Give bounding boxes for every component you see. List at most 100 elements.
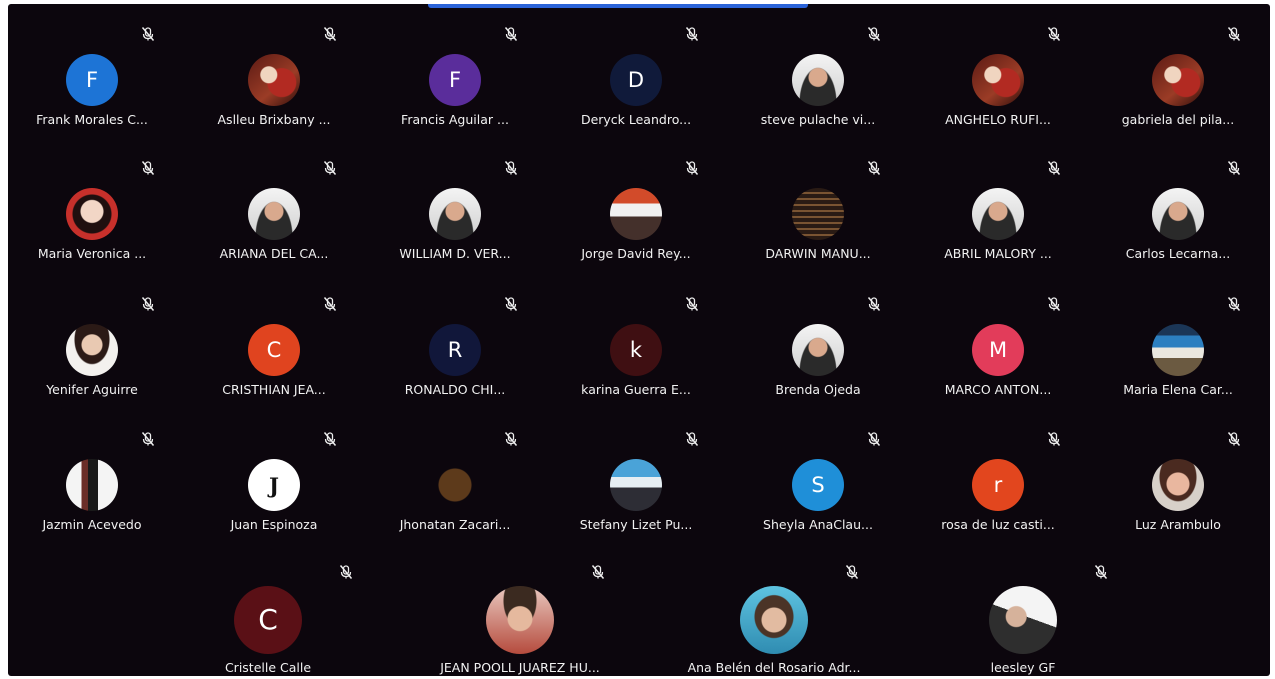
participant-tile[interactable]: k karina Guerra E... (548, 280, 724, 402)
avatar (1152, 459, 1204, 511)
participant-tile[interactable]: C Cristelle Calle (158, 548, 378, 676)
participant-name: Jorge David Rey... (581, 246, 691, 261)
participant-tile[interactable]: Brenda Ojeda (730, 280, 906, 402)
participant-gallery: F Frank Morales C... Aslleu Brixbany ... F F… (8, 4, 1270, 676)
participant-name: Ana Belén del Rosario Adr... (687, 660, 861, 675)
participant-tile[interactable]: Jazmin Acevedo (8, 415, 180, 537)
microphone-off-icon (1226, 296, 1242, 312)
participant-name: gabriela del pila... (1121, 112, 1235, 127)
participant-tile[interactable]: ABRIL MALORY ... (910, 144, 1086, 266)
microphone-off-icon (503, 431, 519, 447)
participant-name: steve pulache vi... (760, 112, 876, 127)
avatar-initial: C (258, 603, 278, 636)
participant-tile[interactable]: Luz Arambulo (1090, 415, 1266, 537)
participant-tile[interactable]: Ana Belén del Rosario Adr... (664, 548, 884, 676)
participant-tile[interactable]: R RONALDO CHI... (367, 280, 543, 402)
avatar (429, 459, 481, 511)
participant-name: ANGHELO RUFI... (945, 112, 1051, 127)
participant-name: Francis Aguilar ... (401, 112, 509, 127)
participant-tile[interactable]: S Sheyla AnaClau... (730, 415, 906, 537)
microphone-off-icon (322, 296, 338, 312)
microphone-off-icon (684, 160, 700, 176)
participant-name: Jazmin Acevedo (42, 517, 142, 532)
microphone-off-icon (1226, 431, 1242, 447)
participant-tile[interactable]: Maria Elena Car... (1090, 280, 1266, 402)
participant-tile[interactable]: C CRISTHIAN JEA... (186, 280, 362, 402)
participant-tile[interactable]: Jhonatan Zacari... (367, 415, 543, 537)
participant-tile[interactable]: ARIANA DEL CA... (186, 144, 362, 266)
participant-tile[interactable]: leesley GF (913, 548, 1133, 676)
avatar (486, 586, 554, 654)
participant-tile[interactable]: ANGHELO RUFI... (910, 10, 1086, 132)
participant-name: rosa de luz casti... (941, 517, 1055, 532)
participant-name: Brenda Ojeda (775, 382, 861, 397)
microphone-off-icon (1093, 564, 1109, 580)
participant-tile[interactable]: gabriela del pila... (1090, 10, 1266, 132)
avatar: r (972, 459, 1024, 511)
participant-name: karina Guerra E... (581, 382, 691, 397)
microphone-off-icon (503, 160, 519, 176)
microphone-off-icon (140, 431, 156, 447)
participant-tile[interactable]: r rosa de luz casti... (910, 415, 1086, 537)
avatar-initial: S (811, 472, 825, 497)
avatar (248, 188, 300, 240)
avatar (66, 459, 118, 511)
microphone-off-icon (866, 296, 882, 312)
avatar: S (792, 459, 844, 511)
participant-tile[interactable]: JEAN POOLL JUAREZ HU... (410, 548, 630, 676)
participant-name: MARCO ANTON... (944, 382, 1052, 397)
avatar-initial: D (627, 67, 645, 92)
participant-tile[interactable]: Aslleu Brixbany ... (186, 10, 362, 132)
avatar (989, 586, 1057, 654)
participant-name: Sheyla AnaClau... (763, 517, 873, 532)
participant-name: Maria Elena Car... (1123, 382, 1233, 397)
microphone-off-icon (866, 160, 882, 176)
participant-tile[interactable]: Carlos Lecarna... (1090, 144, 1266, 266)
avatar-initial: J (269, 472, 279, 498)
avatar (66, 324, 118, 376)
avatar: J (248, 459, 300, 511)
avatar: M (972, 324, 1024, 376)
avatar: C (234, 586, 302, 654)
avatar (248, 54, 300, 106)
participant-tile[interactable]: J Juan Espinoza (186, 415, 362, 537)
microphone-off-icon (140, 296, 156, 312)
avatar (1152, 54, 1204, 106)
participant-tile[interactable]: Maria Veronica ... (8, 144, 180, 266)
participant-tile[interactable]: steve pulache vi... (730, 10, 906, 132)
avatar (610, 459, 662, 511)
avatar: C (248, 324, 300, 376)
participant-tile[interactable]: Yenifer Aguirre (8, 280, 180, 402)
microphone-off-icon (140, 26, 156, 42)
avatar (1152, 324, 1204, 376)
participant-name: Stefany Lizet Pu... (579, 517, 693, 532)
microphone-off-icon (1046, 160, 1062, 176)
participant-name: CRISTHIAN JEA... (222, 382, 326, 397)
microphone-off-icon (866, 26, 882, 42)
participant-tile[interactable]: F Francis Aguilar ... (367, 10, 543, 132)
participant-tile[interactable]: WILLIAM D. VER... (367, 144, 543, 266)
microphone-off-icon (684, 431, 700, 447)
avatar (972, 188, 1024, 240)
microphone-off-icon (322, 26, 338, 42)
participant-tile[interactable]: F Frank Morales C... (8, 10, 180, 132)
participant-name: Jhonatan Zacari... (399, 517, 511, 532)
participant-name: Juan Espinoza (230, 517, 318, 532)
microphone-off-icon (322, 431, 338, 447)
avatar: R (429, 324, 481, 376)
participant-tile[interactable]: Stefany Lizet Pu... (548, 415, 724, 537)
participant-tile[interactable]: DARWIN MANU... (730, 144, 906, 266)
participant-tile[interactable]: Jorge David Rey... (548, 144, 724, 266)
avatar (1152, 188, 1204, 240)
participant-tile[interactable]: D Deryck Leandro... (548, 10, 724, 132)
avatar (66, 188, 118, 240)
avatar-initial: F (85, 67, 99, 92)
avatar-initial: F (448, 67, 462, 92)
participant-name: ABRIL MALORY ... (944, 246, 1052, 261)
participant-name: Frank Morales C... (36, 112, 148, 127)
avatar-initial: k (629, 337, 643, 362)
participant-tile[interactable]: M MARCO ANTON... (910, 280, 1086, 402)
microphone-off-icon (684, 296, 700, 312)
avatar (610, 188, 662, 240)
participant-name: Aslleu Brixbany ... (217, 112, 331, 127)
